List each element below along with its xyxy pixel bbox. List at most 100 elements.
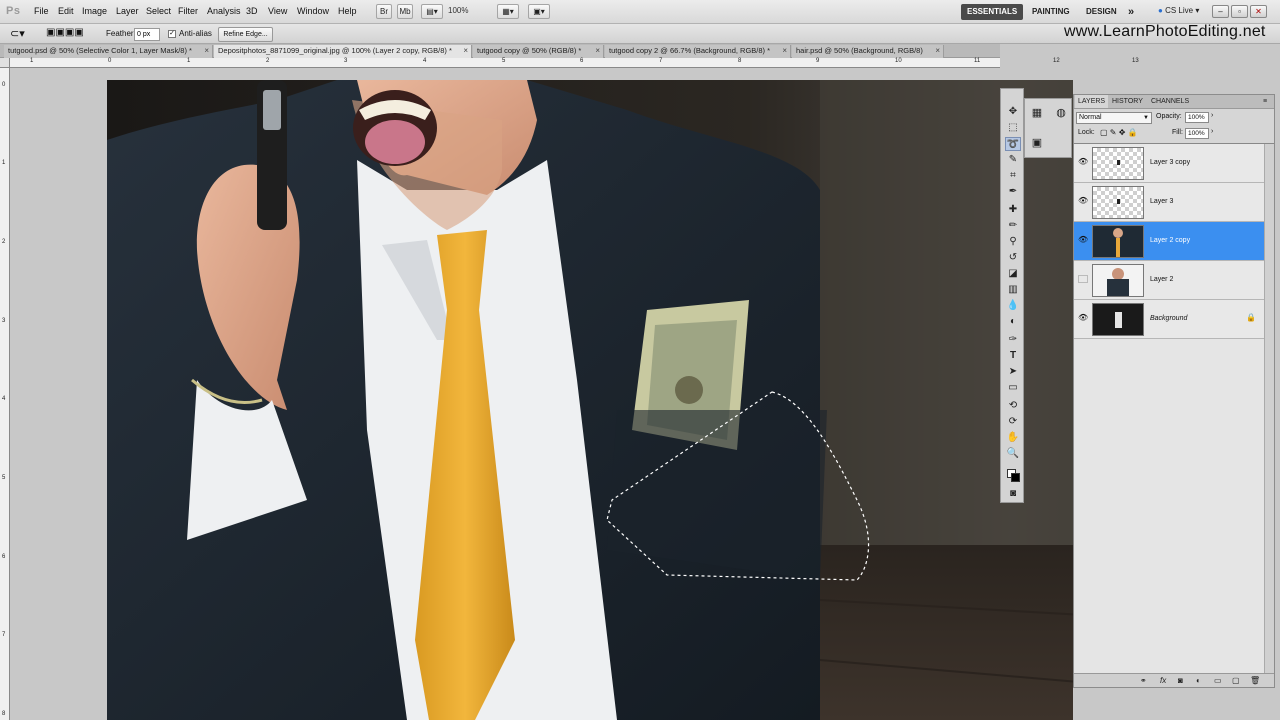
menu-3d[interactable]: 3D bbox=[246, 6, 258, 16]
workspace-design[interactable]: DESIGN bbox=[1080, 4, 1123, 20]
lock-options-icons[interactable]: ▢ ✎ ✥ 🔒 bbox=[1100, 128, 1138, 137]
tab-tutgood-copy[interactable]: tutgood copy @ 50% (RGB/8) * × bbox=[473, 45, 604, 58]
visibility-toggle-empty[interactable] bbox=[1078, 275, 1088, 283]
workspace-painting[interactable]: PAINTING bbox=[1026, 4, 1076, 20]
menu-edit[interactable]: Edit bbox=[58, 6, 74, 16]
opacity-slider-arrow[interactable]: › bbox=[1211, 112, 1213, 119]
fill-slider-arrow[interactable]: › bbox=[1211, 128, 1213, 135]
close-tab-icon[interactable]: × bbox=[204, 45, 209, 57]
horizontal-ruler[interactable]: 1 0 1 2 3 4 5 6 7 8 9 10 11 12 13 bbox=[10, 58, 1139, 68]
path-selection-tool-icon[interactable]: ➤ bbox=[1005, 365, 1021, 379]
adjustments-icon[interactable]: ▣ bbox=[1029, 135, 1045, 151]
menu-window[interactable]: Window bbox=[297, 6, 329, 16]
arrange-documents-button[interactable]: ▦▾ bbox=[497, 4, 519, 19]
pen-tool-icon[interactable]: ✑ bbox=[1005, 333, 1021, 347]
color-swatches-icon[interactable] bbox=[1005, 467, 1021, 485]
blur-tool-icon[interactable]: 💧 bbox=[1005, 299, 1021, 313]
crop-tool-icon[interactable]: ⌗ bbox=[1005, 169, 1021, 183]
type-tool-icon[interactable]: T bbox=[1005, 349, 1021, 363]
mini-bridge-button[interactable]: Mb bbox=[397, 4, 413, 19]
eyedropper-tool-icon[interactable]: ✒ bbox=[1005, 185, 1021, 199]
refine-edge-button[interactable]: Refine Edge... bbox=[218, 27, 273, 42]
maximize-button[interactable]: ▫ bbox=[1231, 5, 1248, 18]
menu-view[interactable]: View bbox=[268, 6, 287, 16]
zoom-level[interactable]: 100% bbox=[448, 6, 468, 15]
bridge-button[interactable]: Br bbox=[376, 4, 392, 19]
layer-row-selected[interactable]: 👁 Layer 2 copy bbox=[1074, 222, 1264, 261]
gradient-tool-icon[interactable]: ▥ bbox=[1005, 283, 1021, 297]
workspace-essentials[interactable]: ESSENTIALS bbox=[961, 4, 1024, 20]
cs-live-menu[interactable]: ● CS Live ▾ bbox=[1158, 6, 1199, 15]
fill-input[interactable]: 100% bbox=[1185, 128, 1209, 139]
menu-filter[interactable]: Filter bbox=[178, 6, 198, 16]
eraser-tool-icon[interactable]: ◪ bbox=[1005, 267, 1021, 281]
layer-style-icon[interactable]: fx bbox=[1160, 676, 1166, 685]
new-layer-icon[interactable]: ▢ bbox=[1232, 676, 1240, 685]
menu-file[interactable]: File bbox=[34, 6, 49, 16]
tab-tutgood[interactable]: tutgood.psd @ 50% (Selective Color 1, La… bbox=[4, 45, 213, 58]
tab-tutgood-copy-2[interactable]: tutgood copy 2 @ 66.7% (Background, RGB/… bbox=[605, 45, 791, 58]
selection-mode-icons[interactable]: ▣▣▣▣ bbox=[46, 27, 84, 38]
shape-tool-icon[interactable]: ▭ bbox=[1005, 381, 1021, 395]
menu-select[interactable]: Select bbox=[146, 6, 171, 16]
link-layers-icon[interactable]: ⚭ bbox=[1140, 676, 1147, 685]
adjustment-layer-icon[interactable]: ◐ bbox=[1196, 676, 1201, 685]
feather-input[interactable] bbox=[134, 28, 160, 41]
clone-stamp-tool-icon[interactable]: ⚲ bbox=[1005, 235, 1021, 249]
lasso-tool-icon[interactable]: ➰ bbox=[1005, 137, 1021, 151]
layers-scrollbar[interactable] bbox=[1264, 144, 1274, 674]
3d-rotate-tool-icon[interactable]: ⟲ bbox=[1005, 399, 1021, 413]
menu-image[interactable]: Image bbox=[82, 6, 107, 16]
opacity-input[interactable]: 100% bbox=[1185, 112, 1209, 123]
close-tab-icon[interactable]: × bbox=[595, 45, 600, 57]
move-tool-icon[interactable]: ✥ bbox=[1005, 105, 1021, 119]
tab-layers[interactable]: LAYERS bbox=[1075, 95, 1109, 108]
close-tab-icon[interactable]: × bbox=[782, 45, 787, 57]
zoom-tool-icon[interactable]: 🔍 bbox=[1005, 447, 1021, 461]
screen-mode-button[interactable]: ▣▾ bbox=[528, 4, 550, 19]
hand-tool-icon[interactable]: ✋ bbox=[1005, 431, 1021, 445]
marquee-tool-icon[interactable]: ⬚ bbox=[1005, 121, 1021, 135]
add-mask-icon[interactable]: ◙ bbox=[1178, 676, 1183, 685]
antialias-checkbox[interactable]: ✓ bbox=[168, 30, 176, 38]
close-button[interactable]: ✕ bbox=[1250, 5, 1267, 18]
visibility-eye-icon[interactable]: 👁 bbox=[1078, 158, 1088, 166]
delete-layer-icon[interactable]: 🗑 bbox=[1250, 676, 1260, 685]
visibility-eye-icon[interactable]: 👁 bbox=[1078, 236, 1088, 244]
tab-depositphotos[interactable]: Depositphotos_8871099_original.jpg @ 100… bbox=[214, 45, 472, 58]
blend-mode-select[interactable]: Normal ▼ bbox=[1076, 112, 1152, 124]
quick-selection-tool-icon[interactable]: ✎ bbox=[1005, 153, 1021, 167]
new-group-icon[interactable]: ▭ bbox=[1214, 676, 1222, 685]
close-tab-icon[interactable]: × bbox=[463, 45, 468, 57]
quick-mask-icon[interactable]: ◙ bbox=[1005, 487, 1021, 501]
document-image[interactable] bbox=[107, 80, 1073, 720]
tab-history[interactable]: HISTORY bbox=[1109, 95, 1146, 108]
healing-brush-tool-icon[interactable]: ✚ bbox=[1005, 203, 1021, 217]
layer-row[interactable]: 👁 Background 🔒 bbox=[1074, 300, 1264, 339]
document-canvas[interactable] bbox=[10, 68, 1073, 720]
history-brush-tool-icon[interactable]: ↺ bbox=[1005, 251, 1021, 265]
more-workspaces-icon[interactable]: » bbox=[1122, 4, 1140, 20]
brush-tool-icon[interactable]: ✏ bbox=[1005, 219, 1021, 233]
view-extras-button[interactable]: ▤▾ bbox=[421, 4, 443, 19]
layer-row[interactable]: 👁 Layer 3 copy bbox=[1074, 144, 1264, 183]
lasso-tool-preset-icon[interactable]: ⊂▾ bbox=[10, 27, 25, 40]
layer-row[interactable]: Layer 2 bbox=[1074, 261, 1264, 300]
menu-layer[interactable]: Layer bbox=[116, 6, 139, 16]
tab-hair[interactable]: hair.psd @ 50% (Background, RGB/8) × bbox=[792, 45, 944, 58]
menu-help[interactable]: Help bbox=[338, 6, 357, 16]
3d-orbit-tool-icon[interactable]: ⟳ bbox=[1005, 415, 1021, 429]
layer-row[interactable]: 👁 Layer 3 bbox=[1074, 183, 1264, 222]
close-tab-icon[interactable]: × bbox=[935, 45, 940, 57]
histogram-icon[interactable]: ▦ bbox=[1029, 105, 1045, 121]
tab-channels[interactable]: CHANNELS bbox=[1148, 95, 1192, 108]
vertical-ruler[interactable]: 0 1 2 3 4 5 6 7 8 bbox=[0, 68, 10, 720]
dodge-tool-icon[interactable]: ◐ bbox=[1005, 315, 1021, 329]
menu-analysis[interactable]: Analysis bbox=[207, 6, 241, 16]
navigator-icon[interactable]: ◍ bbox=[1053, 105, 1069, 121]
panel-menu-icon[interactable]: ≡ bbox=[1260, 95, 1270, 108]
visibility-eye-icon[interactable]: 👁 bbox=[1078, 197, 1088, 205]
ruler-origin[interactable] bbox=[0, 58, 10, 68]
minimize-button[interactable]: – bbox=[1212, 5, 1229, 18]
visibility-eye-icon[interactable]: 👁 bbox=[1078, 314, 1088, 322]
